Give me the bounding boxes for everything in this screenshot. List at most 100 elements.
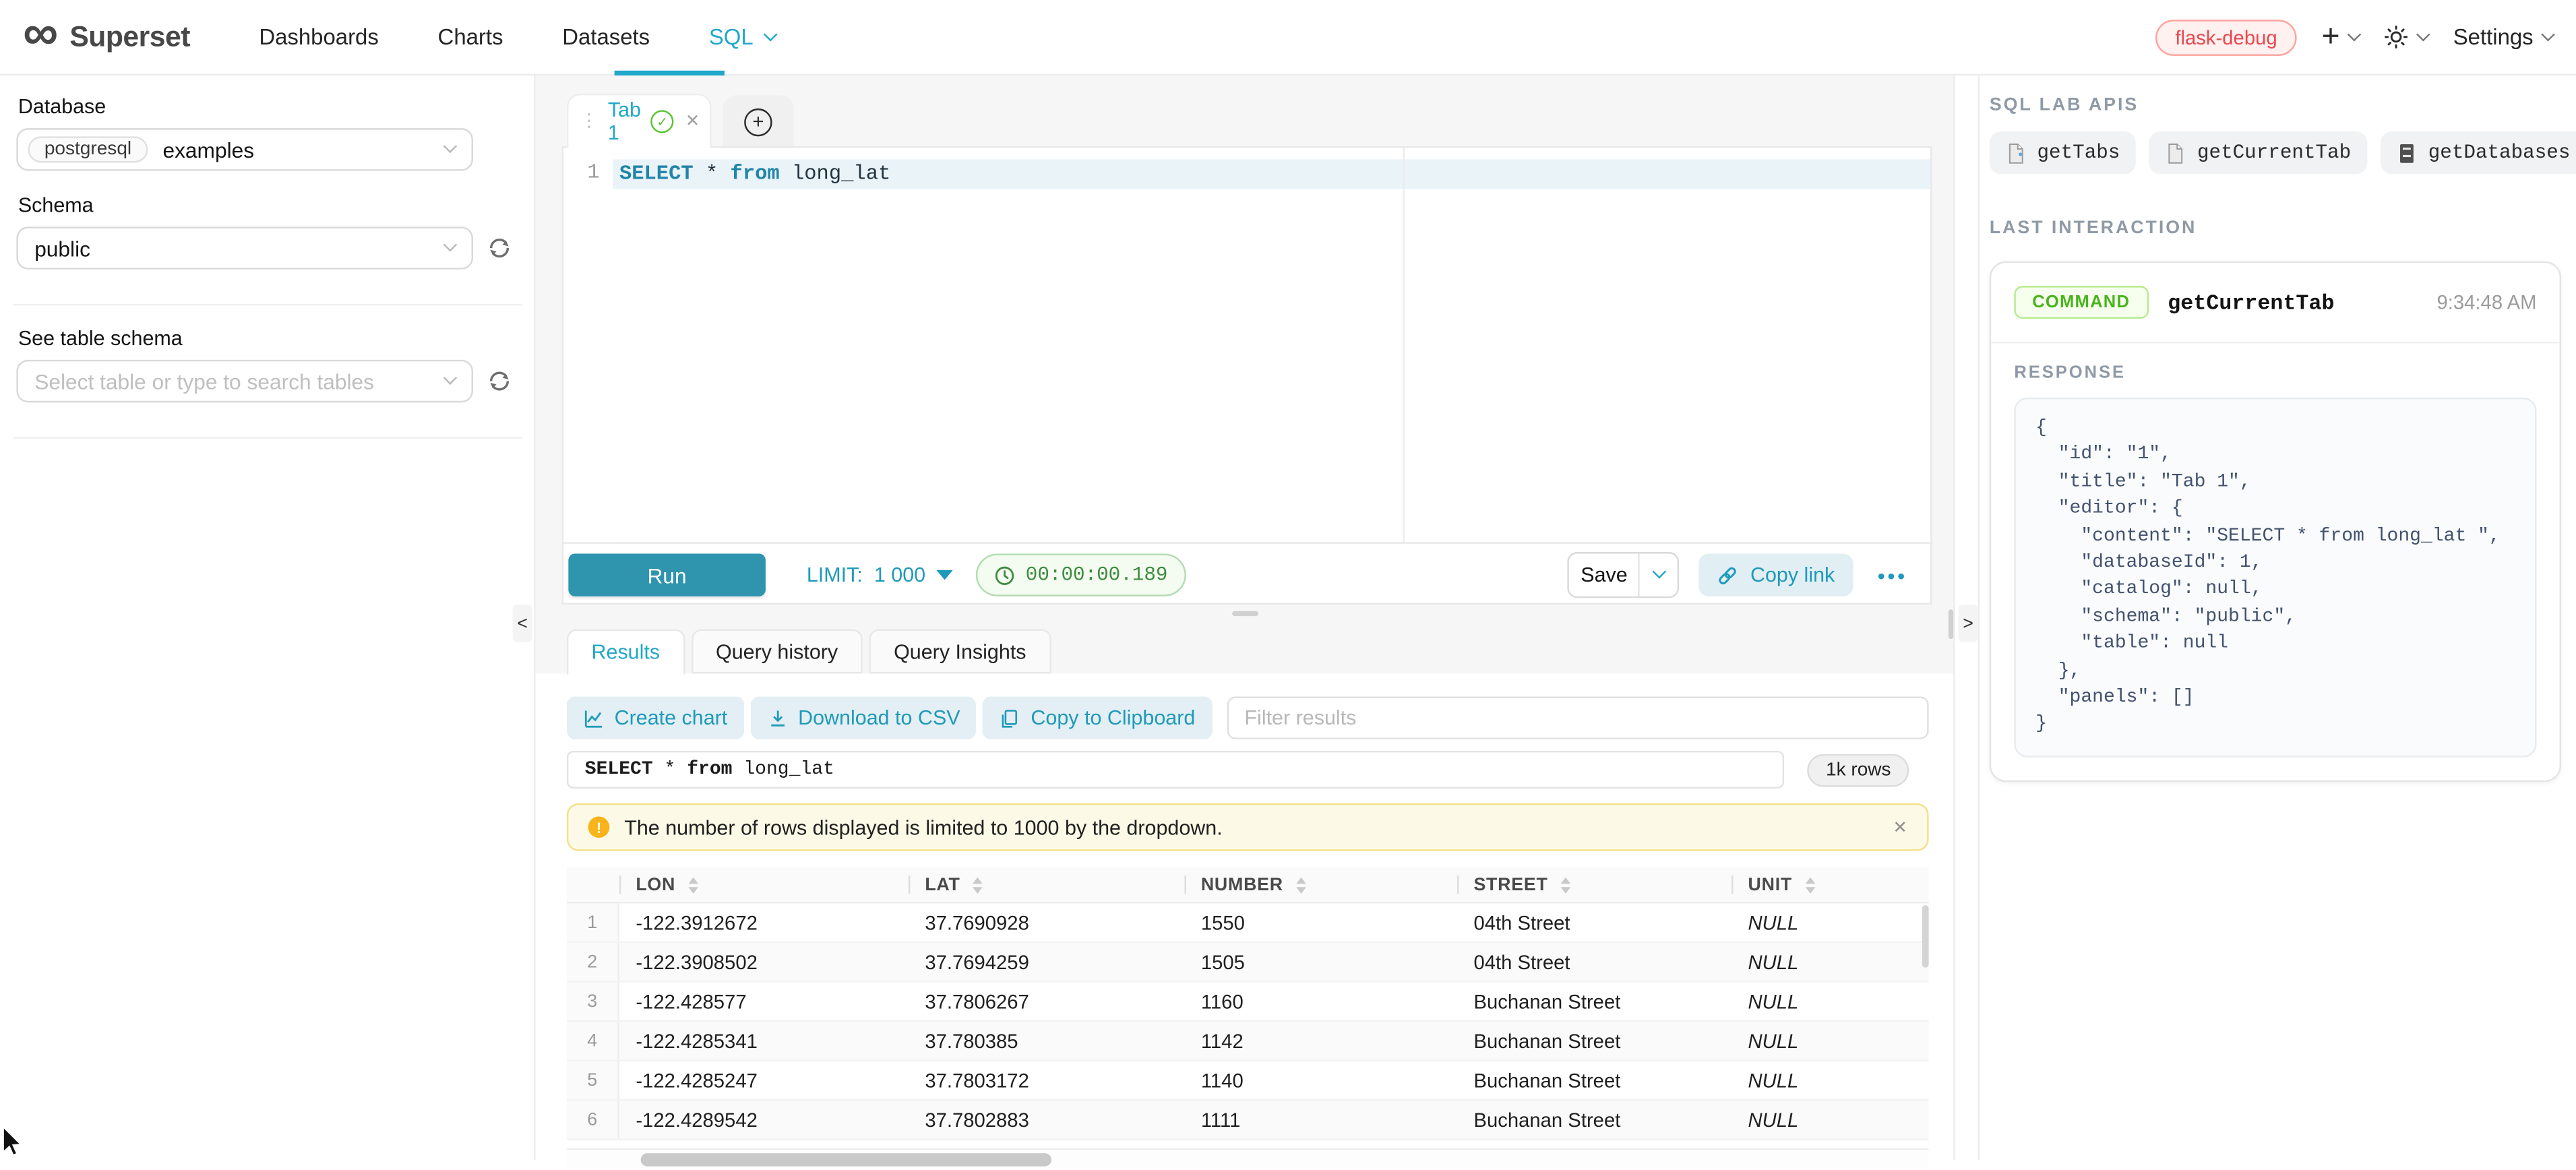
table-row: 1 -122.3912672 37.7690928 1550 04th Stre… (567, 904, 1929, 944)
sun-icon (2384, 25, 2409, 50)
collapse-sidebar-button[interactable] (513, 605, 532, 642)
sort-icon (689, 876, 699, 892)
get-current-tab-button[interactable]: getCurrentTab (2149, 131, 2367, 174)
table-select[interactable]: Select table or type to search tables (16, 360, 473, 402)
scrollbar-thumb[interactable] (641, 1153, 1051, 1167)
database-engine-tag: postgresql (28, 136, 148, 162)
column-header-unit[interactable]: UNIT (1731, 875, 1929, 894)
plus-icon (2321, 24, 2339, 50)
new-menu[interactable] (2321, 24, 2359, 50)
results-panel: Create chart Download to CSV Copy t (536, 673, 1954, 1160)
close-tab-icon[interactable] (685, 112, 700, 131)
results-actions: Create chart Download to CSV Copy t (567, 697, 1929, 739)
horizontal-scrollbar[interactable] (567, 1148, 1929, 1170)
tab-results[interactable]: Results (567, 629, 685, 675)
editor-gutter: 1 (563, 148, 613, 542)
file-cabinet-icon (2397, 142, 2416, 164)
nav-sql[interactable]: SQL (709, 25, 775, 50)
ace-editor[interactable]: 1 SELECT * from long_lat (563, 148, 1930, 542)
chevron-down-icon (443, 140, 458, 154)
column-header-lon[interactable]: LON (619, 875, 909, 894)
infinity-logo-icon (23, 12, 58, 55)
chevron-down-icon (1652, 565, 1666, 579)
sql-lab-sidebar: Database postgresql examples Schema publ… (0, 75, 536, 1160)
editor-tabstrip: Tab 1 (567, 94, 793, 148)
vertical-scrollbar-thumb[interactable] (1922, 905, 1929, 968)
table-row: 2 -122.3908502 37.7694259 1505 04th Stre… (567, 943, 1929, 983)
nav-charts[interactable]: Charts (438, 25, 503, 50)
brand-name: Superset (69, 20, 190, 54)
interaction-body: RESPONSE { "id": "1", "title": "Tab 1", … (1991, 343, 2559, 780)
sort-icon (973, 876, 983, 892)
settings-menu[interactable]: Settings (2453, 25, 2553, 50)
rows-limit-alert: The number of rows displayed is limited … (567, 803, 1929, 851)
run-query-button[interactable]: Run (568, 553, 766, 596)
table-row: 6 -122.4289542 37.7802883 1111 Buchanan … (567, 1101, 1929, 1140)
refresh-schemas-button[interactable] (487, 235, 513, 261)
api-buttons: getTabs getCurrentTab getDatabases (1990, 131, 2561, 174)
apis-title: SQL LAB APIS (1990, 95, 2561, 115)
table-row: 4 -122.4285341 37.780385 1142 Buchanan S… (567, 1022, 1929, 1061)
filter-results-input[interactable] (1227, 697, 1929, 739)
schema-select[interactable]: public (16, 226, 473, 269)
close-alert-icon[interactable] (1893, 818, 1907, 837)
document-icon (2166, 142, 2186, 164)
response-code-block: { "id": "1", "title": "Tab 1", "editor":… (2014, 398, 2536, 758)
active-nav-underline (615, 71, 725, 75)
panel-resize-handle[interactable] (1232, 611, 1258, 616)
environment-badge: flask-debug (2155, 19, 2297, 55)
refresh-tables-button[interactable] (487, 368, 513, 394)
editor-toolbar: Run LIMIT: 1 000 00:00:00.189 Save (563, 542, 1930, 606)
save-button[interactable]: Save (1570, 553, 1638, 596)
column-header-number[interactable]: NUMBER (1184, 875, 1457, 894)
save-options-caret[interactable] (1638, 553, 1678, 596)
get-tabs-button[interactable]: getTabs (1990, 131, 2137, 174)
clock-icon (994, 564, 1016, 586)
document-icon (2006, 142, 2025, 164)
copy-to-clipboard-button[interactable]: Copy to Clipboard (983, 697, 1212, 739)
chart-icon (583, 707, 605, 729)
collapse-api-panel-button[interactable] (1959, 605, 1978, 642)
nav-datasets[interactable]: Datasets (562, 25, 650, 50)
limit-dropdown[interactable]: LIMIT: 1 000 (807, 563, 954, 586)
last-interaction-title: LAST INTERACTION (1990, 218, 2561, 238)
main-nav: Dashboards Charts Datasets SQL (259, 25, 774, 50)
theme-toggle[interactable] (2384, 25, 2428, 50)
editor-tab[interactable]: Tab 1 (567, 94, 712, 148)
top-navbar: Superset Dashboards Charts Datasets SQL … (0, 0, 2576, 75)
column-header-lat[interactable]: LAT (909, 875, 1185, 894)
page-scrollbar-thumb[interactable] (1949, 609, 1953, 639)
response-label: RESPONSE (2014, 363, 2536, 383)
column-header-street[interactable]: STREET (1457, 875, 1731, 894)
superset-logo[interactable]: Superset (23, 16, 190, 58)
chevron-down-icon (2417, 27, 2431, 41)
drag-grip-icon[interactable] (580, 113, 598, 129)
sidebar-divider (13, 437, 523, 438)
row-count-badge: 1k rows (1808, 753, 1909, 787)
tab-saved-check-icon (651, 110, 674, 133)
chevron-down-icon (443, 238, 458, 252)
tab-query-history[interactable]: Query history (691, 629, 862, 674)
database-label: Database (18, 95, 521, 118)
get-databases-button[interactable]: getDatabases (2381, 131, 2576, 174)
response-json: { "id": "1", "title": "Tab 1", "editor":… (2035, 416, 2515, 739)
table-schema-label: See table schema (18, 327, 521, 350)
sort-icon (1296, 876, 1306, 892)
mouse-cursor (1, 1127, 23, 1158)
copy-link-button[interactable]: Copy link (1699, 553, 1853, 596)
sql-lab-page: Superset Dashboards Charts Datasets SQL … (0, 0, 2576, 1160)
caret-down-icon (937, 570, 953, 580)
tab-query-insights[interactable]: Query Insights (869, 629, 1051, 674)
download-csv-button[interactable]: Download to CSV (750, 697, 977, 739)
new-tab-button[interactable] (723, 95, 794, 148)
chevron-down-icon (2348, 27, 2362, 41)
last-interaction-card: COMMAND getCurrentTab 9:34:48 AM RESPONS… (1990, 261, 2561, 782)
database-select[interactable]: postgresql examples (16, 128, 473, 171)
sql-code-line: SELECT * from long_lat (619, 162, 890, 185)
nav-dashboards[interactable]: Dashboards (259, 25, 378, 50)
interaction-timestamp: 9:34:48 AM (2436, 290, 2536, 313)
more-actions-button[interactable] (1878, 563, 1907, 588)
create-chart-button[interactable]: Create chart (567, 697, 744, 739)
table-row: 5 -122.4285247 37.7803172 1140 Buchanan … (567, 1061, 1929, 1101)
sort-icon (1806, 876, 1816, 892)
